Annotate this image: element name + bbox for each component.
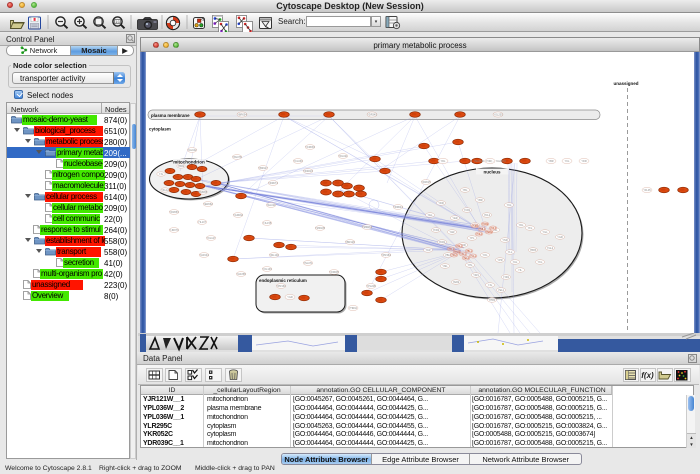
svg-text:YJL: YJL (488, 284, 493, 287)
svg-text:YPR: YPR (497, 259, 502, 262)
svg-text:cytoplasm: cytoplasm (149, 127, 171, 132)
svg-text:YBL: YBL (463, 189, 468, 192)
svg-text:YGL: YGL (542, 231, 548, 234)
svg-text:YFR015: YFR015 (421, 181, 431, 184)
svg-text:YOR2: YOR2 (482, 223, 489, 226)
svg-text:YLR258: YLR258 (236, 273, 246, 276)
svg-text:YEL1: YEL1 (498, 289, 505, 292)
svg-text:YCL030: YCL030 (293, 160, 303, 163)
svg-text:YDR: YDR (438, 202, 443, 205)
svg-text:YJR1: YJR1 (503, 276, 510, 279)
svg-text:YJR073: YJR073 (170, 229, 180, 232)
svg-text:YCR036: YCR036 (305, 146, 315, 149)
svg-text:YDL2: YDL2 (484, 214, 491, 217)
svg-text:YLL: YLL (508, 251, 513, 254)
svg-text:YGL2: YGL2 (547, 247, 554, 250)
svg-text:YBR117: YBR117 (258, 167, 268, 170)
svg-text:mitochondrion: mitochondrion (173, 160, 205, 165)
svg-text:YEL: YEL (428, 214, 433, 217)
svg-text:YGR: YGR (287, 296, 293, 299)
svg-text:YFR053: YFR053 (169, 211, 179, 214)
svg-text:YCL: YCL (565, 160, 570, 163)
svg-text:YNL071: YNL071 (303, 262, 313, 265)
svg-text:YOL1: YOL1 (490, 227, 497, 230)
svg-text:YML: YML (442, 265, 448, 268)
svg-text:YJL: YJL (159, 173, 164, 176)
svg-text:YHR10: YHR10 (349, 307, 358, 310)
svg-text:YPL228: YPL228 (367, 285, 377, 288)
svg-text:plasma membrane: plasma membrane (151, 113, 190, 118)
svg-text:YDR001: YDR001 (393, 206, 403, 209)
svg-text:YIR1: YIR1 (473, 274, 479, 277)
svg-text:YGR: YGR (557, 236, 563, 239)
svg-text:YDL1: YDL1 (456, 245, 463, 248)
svg-text:YGR032: YGR032 (233, 214, 243, 217)
svg-text:YFL2: YFL2 (451, 254, 457, 257)
svg-text:YDL: YDL (441, 160, 446, 163)
svg-text:YLR: YLR (426, 249, 431, 252)
svg-text:YBL078: YBL078 (233, 156, 243, 159)
svg-text:YJL155: YJL155 (263, 222, 272, 225)
svg-text:YBR3: YBR3 (530, 249, 537, 252)
svg-text:YDL: YDL (519, 224, 524, 227)
svg-text:YBR054: YBR054 (237, 114, 247, 117)
svg-text:unassigned: unassigned (613, 81, 638, 86)
svg-text:YMR05: YMR05 (199, 191, 208, 194)
svg-text:YFR1: YFR1 (433, 229, 440, 232)
svg-text:YKL12: YKL12 (161, 189, 169, 192)
svg-text:YHR1: YHR1 (489, 299, 496, 302)
svg-text:YKR1: YKR1 (439, 241, 446, 244)
svg-text:YHL: YHL (468, 264, 473, 267)
svg-text:YML100: YML100 (269, 254, 279, 257)
svg-text:YBR: YBR (477, 199, 482, 202)
svg-text:YMR2: YMR2 (486, 231, 493, 234)
svg-text:YDL021: YDL021 (338, 155, 348, 158)
svg-text:YEL011: YEL011 (267, 204, 276, 207)
svg-text:YPR160: YPR160 (276, 285, 286, 288)
svg-text:YBR2: YBR2 (178, 165, 185, 168)
svg-text:YAL042: YAL042 (188, 149, 197, 152)
svg-text:YBL1: YBL1 (466, 250, 473, 253)
svg-text:f(x): f(x) (641, 371, 654, 380)
svg-text:YNL2: YNL2 (476, 233, 483, 236)
svg-text:YPR184: YPR184 (381, 254, 391, 257)
svg-text:YDR345: YDR345 (367, 114, 377, 117)
svg-text:YOL136: YOL136 (262, 268, 272, 271)
svg-text:YGL255: YGL255 (493, 114, 503, 117)
svg-text:YLR2: YLR2 (472, 225, 479, 228)
svg-text:YKL127: YKL127 (207, 237, 217, 240)
svg-text:YMR105: YMR105 (315, 227, 325, 230)
svg-text:YER2: YER2 (453, 281, 460, 284)
svg-text:YMR261: YMR261 (362, 226, 372, 229)
svg-text:YFL: YFL (528, 227, 533, 230)
svg-text:YLR044: YLR044 (199, 254, 209, 257)
svg-text:YER: YER (452, 217, 457, 220)
svg-text:YOL: YOL (482, 254, 488, 257)
svg-text:YCR1: YCR1 (464, 209, 471, 212)
svg-text:YBR126: YBR126 (345, 241, 355, 244)
svg-text:endoplasmic reticulum: endoplasmic reticulum (259, 278, 307, 283)
svg-text:YAL1: YAL1 (460, 253, 466, 256)
svg-text:YAR: YAR (450, 231, 455, 234)
svg-text:YDR216: YDR216 (303, 170, 313, 173)
svg-text:YDR074: YDR074 (268, 182, 278, 185)
svg-text:YOR095: YOR095 (329, 271, 339, 274)
svg-text:YBR: YBR (548, 160, 553, 163)
svg-text:YEL2: YEL2 (463, 257, 470, 260)
svg-text:YEL063C, YOR(..., YAL067C: YEL063C, YOR(..., YAL067C (474, 160, 506, 163)
svg-text:YIL: YIL (518, 269, 522, 272)
svg-text:YIL107: YIL107 (198, 221, 207, 224)
svg-text:nucleus: nucleus (483, 170, 501, 175)
svg-text:YNR: YNR (502, 239, 507, 242)
svg-text:YFL05: YFL05 (643, 189, 651, 192)
svg-text:1:1: 1:1 (115, 20, 120, 24)
svg-text:YCL: YCL (507, 204, 512, 207)
svg-text:YCL1: YCL1 (470, 255, 477, 258)
svg-text:YDR: YDR (581, 160, 586, 163)
svg-text:YPL: YPL (470, 237, 475, 240)
svg-text:YKL: YKL (538, 261, 543, 264)
svg-text:YAL: YAL (513, 261, 518, 264)
svg-text:YER062: YER062 (203, 203, 213, 206)
